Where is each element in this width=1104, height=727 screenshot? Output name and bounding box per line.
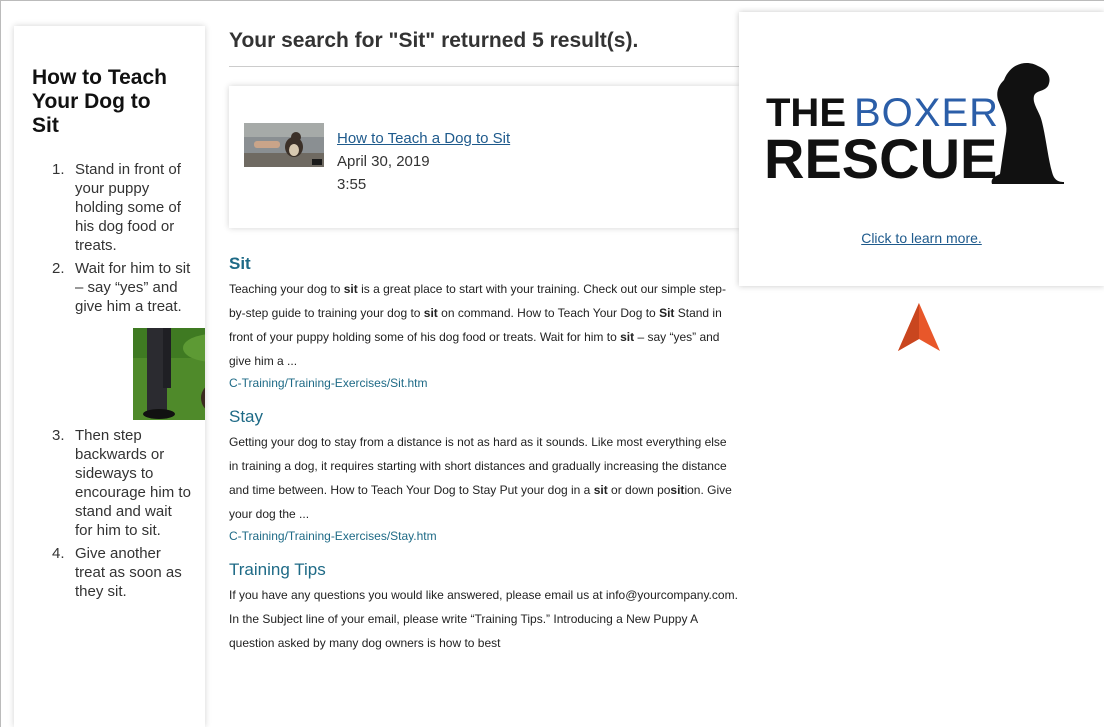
result-title-link[interactable]: Sit: [229, 254, 739, 274]
video-duration: 3:55: [337, 176, 367, 193]
results-list: Sit Teaching your dog to sit is a great …: [229, 254, 739, 669]
step-number: 2.: [52, 260, 65, 277]
step-text: Give another treat as soon as they sit.: [75, 545, 182, 600]
boxer-rescue-logo[interactable]: THE BOXER RESCUE: [766, 60, 1066, 200]
result-title-link[interactable]: Stay: [229, 407, 739, 427]
video-result-card: How to Teach a Dog to Sit April 30, 2019…: [229, 86, 739, 228]
boxer-dog-silhouette: [991, 62, 1064, 184]
result-path-link[interactable]: C-Training/Training-Exercises/Sit.htm: [229, 373, 739, 393]
video-thumbnail[interactable]: [244, 123, 324, 167]
sidebar-title: How to Teach Your Dog to Sit: [32, 66, 167, 137]
boxer-rescue-ad: THE BOXER RESCUE Click to learn more.: [739, 12, 1104, 286]
search-results-heading: Your search for "Sit" returned 5 result(…: [229, 28, 739, 67]
step-item: 2. Wait for him to sit – say “yes” and g…: [14, 259, 205, 420]
step-text: Wait for him to sit – say “yes” and give…: [75, 260, 191, 315]
result-snippet: Getting your dog to stay from a distance…: [229, 435, 732, 521]
search-result: Training Tips If you have any questions …: [229, 560, 739, 655]
search-result: Sit Teaching your dog to sit is a great …: [229, 254, 739, 393]
steps-list: 1. Stand in front of your puppy holding …: [14, 160, 205, 601]
result-title-link[interactable]: Training Tips: [229, 560, 739, 580]
step-text: Then step backwards or sideways to encou…: [75, 427, 191, 539]
step-item: 4. Give another treat as soon as they si…: [14, 544, 205, 601]
result-path-link[interactable]: C-Training/Training-Exercises/Stay.htm: [229, 526, 739, 546]
search-results-area: Your search for "Sit" returned 5 result(…: [229, 0, 739, 650]
step-text: Stand in front of your puppy holding som…: [75, 161, 181, 254]
sidebar-card: How to Teach Your Dog to Sit 1. Stand in…: [14, 26, 205, 727]
step-item: 3. Then step backwards or sideways to en…: [14, 426, 205, 540]
video-title-link[interactable]: How to Teach a Dog to Sit: [337, 130, 510, 147]
step-item: 1. Stand in front of your puppy holding …: [14, 160, 205, 255]
puppy-training-photo: [133, 328, 205, 420]
step-number: 4.: [52, 545, 65, 562]
result-snippet: Teaching your dog to sit is a great plac…: [229, 282, 726, 368]
result-snippet: If you have any questions you would like…: [229, 588, 738, 650]
logo-text-rescue: RESCUE: [766, 127, 997, 190]
video-info: How to Teach a Dog to Sit April 30, 2019…: [337, 127, 510, 196]
video-date: April 30, 2019: [337, 153, 430, 170]
step-number: 1.: [52, 161, 65, 178]
step-number: 3.: [52, 427, 65, 444]
cursor-arrow-icon: [898, 303, 940, 351]
search-result: Stay Getting your dog to stay from a dis…: [229, 407, 739, 546]
learn-more-link[interactable]: Click to learn more.: [739, 230, 1104, 246]
